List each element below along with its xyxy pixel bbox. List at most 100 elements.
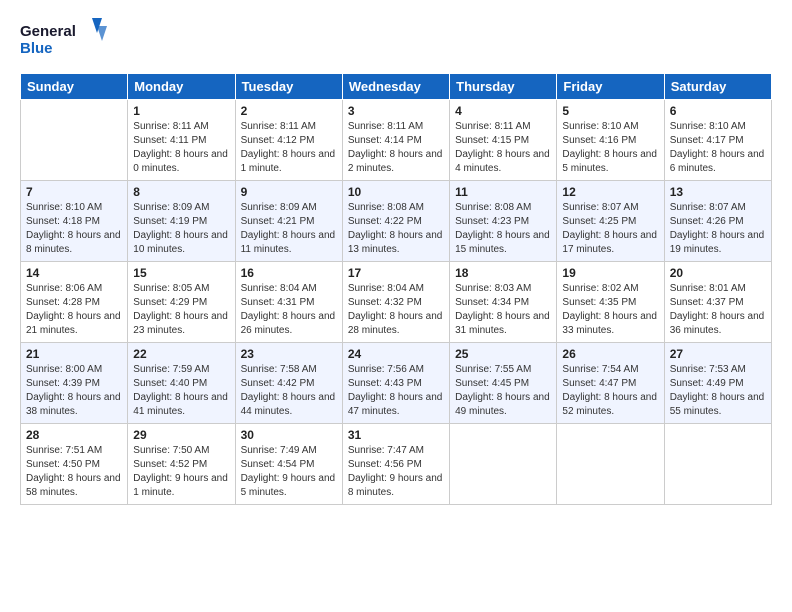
day-info: Sunrise: 8:01 AMSunset: 4:37 PMDaylight:… xyxy=(670,282,766,338)
svg-text:Blue: Blue xyxy=(20,40,53,57)
calendar-cell: 6 Sunrise: 8:10 AMSunset: 4:17 PMDaylight… xyxy=(664,100,771,181)
day-info: Sunrise: 8:05 AMSunset: 4:29 PMDaylight:… xyxy=(133,282,229,338)
day-info: Sunrise: 8:04 AMSunset: 4:31 PMDaylight:… xyxy=(241,282,337,338)
calendar-cell xyxy=(664,424,771,505)
day-info: Sunrise: 7:49 AMSunset: 4:54 PMDaylight:… xyxy=(241,444,337,500)
day-info: Sunrise: 7:59 AMSunset: 4:40 PMDaylight:… xyxy=(133,363,229,419)
calendar-cell: 31Sunrise: 7:47 AMSunset: 4:56 PMDayligh… xyxy=(342,424,449,505)
day-number: 19 xyxy=(562,266,658,280)
calendar-cell: 24 Sunrise: 7:56 AMSunset: 4:43 PMDayligh… xyxy=(342,343,449,424)
calendar-cell: 13 Sunrise: 8:07 AMSunset: 4:26 PMDayligh… xyxy=(664,181,771,262)
day-number: 23 xyxy=(241,347,337,361)
week-row-5: 28 Sunrise: 7:51 AMSunset: 4:50 PMDayligh… xyxy=(21,424,772,505)
day-number: 2 xyxy=(241,104,337,118)
calendar-cell: 2 Sunrise: 8:11 AMSunset: 4:12 PMDaylight… xyxy=(235,100,342,181)
week-row-3: 14 Sunrise: 8:06 AMSunset: 4:28 PMDayligh… xyxy=(21,262,772,343)
day-number: 6 xyxy=(670,104,766,118)
day-number: 14 xyxy=(26,266,122,280)
weekday-header-row: SundayMondayTuesdayWednesdayThursdayFrid… xyxy=(21,74,772,100)
day-number: 17 xyxy=(348,266,444,280)
day-info: Sunrise: 8:07 AMSunset: 4:26 PMDaylight:… xyxy=(670,201,766,257)
day-number: 27 xyxy=(670,347,766,361)
week-row-2: 7 Sunrise: 8:10 AMSunset: 4:18 PMDaylight… xyxy=(21,181,772,262)
day-number: 8 xyxy=(133,185,229,199)
day-info: Sunrise: 8:10 AMSunset: 4:18 PMDaylight:… xyxy=(26,201,122,257)
day-info: Sunrise: 8:04 AMSunset: 4:32 PMDaylight:… xyxy=(348,282,444,338)
day-number: 10 xyxy=(348,185,444,199)
day-info: Sunrise: 8:11 AMSunset: 4:12 PMDaylight:… xyxy=(241,120,337,176)
day-info: Sunrise: 7:53 AMSunset: 4:49 PMDaylight:… xyxy=(670,363,766,419)
day-number: 24 xyxy=(348,347,444,361)
day-info: Sunrise: 8:08 AMSunset: 4:22 PMDaylight:… xyxy=(348,201,444,257)
day-number: 20 xyxy=(670,266,766,280)
day-info: Sunrise: 7:58 AMSunset: 4:42 PMDaylight:… xyxy=(241,363,337,419)
day-info: Sunrise: 7:47 AMSunset: 4:56 PMDaylight:… xyxy=(348,444,444,500)
day-info: Sunrise: 8:00 AMSunset: 4:39 PMDaylight:… xyxy=(26,363,122,419)
calendar-cell: 12 Sunrise: 8:07 AMSunset: 4:25 PMDayligh… xyxy=(557,181,664,262)
calendar-cell: 21 Sunrise: 8:00 AMSunset: 4:39 PMDayligh… xyxy=(21,343,128,424)
calendar-cell: 26 Sunrise: 7:54 AMSunset: 4:47 PMDayligh… xyxy=(557,343,664,424)
day-info: Sunrise: 8:11 AMSunset: 4:11 PMDaylight:… xyxy=(133,120,229,176)
calendar-cell: 22 Sunrise: 7:59 AMSunset: 4:40 PMDayligh… xyxy=(128,343,235,424)
weekday-header-monday: Monday xyxy=(128,74,235,100)
weekday-header-thursday: Thursday xyxy=(450,74,557,100)
calendar-cell: 8 Sunrise: 8:09 AMSunset: 4:19 PMDaylight… xyxy=(128,181,235,262)
day-info: Sunrise: 7:50 AMSunset: 4:52 PMDaylight:… xyxy=(133,444,229,500)
day-number: 21 xyxy=(26,347,122,361)
day-info: Sunrise: 8:07 AMSunset: 4:25 PMDaylight:… xyxy=(562,201,658,257)
calendar-cell: 14 Sunrise: 8:06 AMSunset: 4:28 PMDayligh… xyxy=(21,262,128,343)
calendar-cell: 4Sunrise: 8:11 AMSunset: 4:15 PMDaylight… xyxy=(450,100,557,181)
day-info: Sunrise: 8:03 AMSunset: 4:34 PMDaylight:… xyxy=(455,282,551,338)
day-info: Sunrise: 8:11 AMSunset: 4:14 PMDaylight:… xyxy=(348,120,444,176)
calendar-cell xyxy=(450,424,557,505)
day-number: 5 xyxy=(562,104,658,118)
calendar-cell: 11Sunrise: 8:08 AMSunset: 4:23 PMDayligh… xyxy=(450,181,557,262)
day-info: Sunrise: 8:10 AMSunset: 4:17 PMDaylight:… xyxy=(670,120,766,176)
day-info: Sunrise: 7:54 AMSunset: 4:47 PMDaylight:… xyxy=(562,363,658,419)
weekday-header-wednesday: Wednesday xyxy=(342,74,449,100)
calendar-cell xyxy=(557,424,664,505)
weekday-header-friday: Friday xyxy=(557,74,664,100)
calendar-cell: 17 Sunrise: 8:04 AMSunset: 4:32 PMDayligh… xyxy=(342,262,449,343)
calendar-cell: 28 Sunrise: 7:51 AMSunset: 4:50 PMDayligh… xyxy=(21,424,128,505)
day-number: 29 xyxy=(133,428,229,442)
day-info: Sunrise: 7:56 AMSunset: 4:43 PMDaylight:… xyxy=(348,363,444,419)
day-number: 7 xyxy=(26,185,122,199)
calendar-cell: 19 Sunrise: 8:02 AMSunset: 4:35 PMDayligh… xyxy=(557,262,664,343)
day-info: Sunrise: 8:02 AMSunset: 4:35 PMDaylight:… xyxy=(562,282,658,338)
day-number: 25 xyxy=(455,347,551,361)
day-number: 4 xyxy=(455,104,551,118)
weekday-header-tuesday: Tuesday xyxy=(235,74,342,100)
calendar-cell: 7 Sunrise: 8:10 AMSunset: 4:18 PMDaylight… xyxy=(21,181,128,262)
day-number: 15 xyxy=(133,266,229,280)
week-row-4: 21 Sunrise: 8:00 AMSunset: 4:39 PMDayligh… xyxy=(21,343,772,424)
day-number: 9 xyxy=(241,185,337,199)
page: General Blue SundayMondayTuesdayWednesda… xyxy=(0,0,792,612)
calendar-cell xyxy=(21,100,128,181)
day-info: Sunrise: 8:08 AMSunset: 4:23 PMDaylight:… xyxy=(455,201,551,257)
day-info: Sunrise: 7:51 AMSunset: 4:50 PMDaylight:… xyxy=(26,444,122,500)
day-number: 16 xyxy=(241,266,337,280)
calendar-cell: 18Sunrise: 8:03 AMSunset: 4:34 PMDayligh… xyxy=(450,262,557,343)
logo-graphic: General Blue xyxy=(20,18,110,63)
calendar-cell: 9Sunrise: 8:09 AMSunset: 4:21 PMDaylight… xyxy=(235,181,342,262)
day-number: 12 xyxy=(562,185,658,199)
logo: General Blue xyxy=(20,18,110,63)
calendar-cell: 23 Sunrise: 7:58 AMSunset: 4:42 PMDayligh… xyxy=(235,343,342,424)
day-number: 30 xyxy=(241,428,337,442)
calendar-cell: 25Sunrise: 7:55 AMSunset: 4:45 PMDayligh… xyxy=(450,343,557,424)
calendar-cell: 15 Sunrise: 8:05 AMSunset: 4:29 PMDayligh… xyxy=(128,262,235,343)
day-number: 13 xyxy=(670,185,766,199)
calendar-cell: 16 Sunrise: 8:04 AMSunset: 4:31 PMDayligh… xyxy=(235,262,342,343)
day-info: Sunrise: 8:10 AMSunset: 4:16 PMDaylight:… xyxy=(562,120,658,176)
day-info: Sunrise: 8:09 AMSunset: 4:19 PMDaylight:… xyxy=(133,201,229,257)
day-number: 26 xyxy=(562,347,658,361)
calendar-cell: 27 Sunrise: 7:53 AMSunset: 4:49 PMDayligh… xyxy=(664,343,771,424)
calendar-cell: 5 Sunrise: 8:10 AMSunset: 4:16 PMDaylight… xyxy=(557,100,664,181)
calendar-cell: 30 Sunrise: 7:49 AMSunset: 4:54 PMDayligh… xyxy=(235,424,342,505)
day-number: 28 xyxy=(26,428,122,442)
day-number: 22 xyxy=(133,347,229,361)
calendar-table: SundayMondayTuesdayWednesdayThursdayFrid… xyxy=(20,73,772,505)
day-number: 1 xyxy=(133,104,229,118)
day-info: Sunrise: 8:06 AMSunset: 4:28 PMDaylight:… xyxy=(26,282,122,338)
